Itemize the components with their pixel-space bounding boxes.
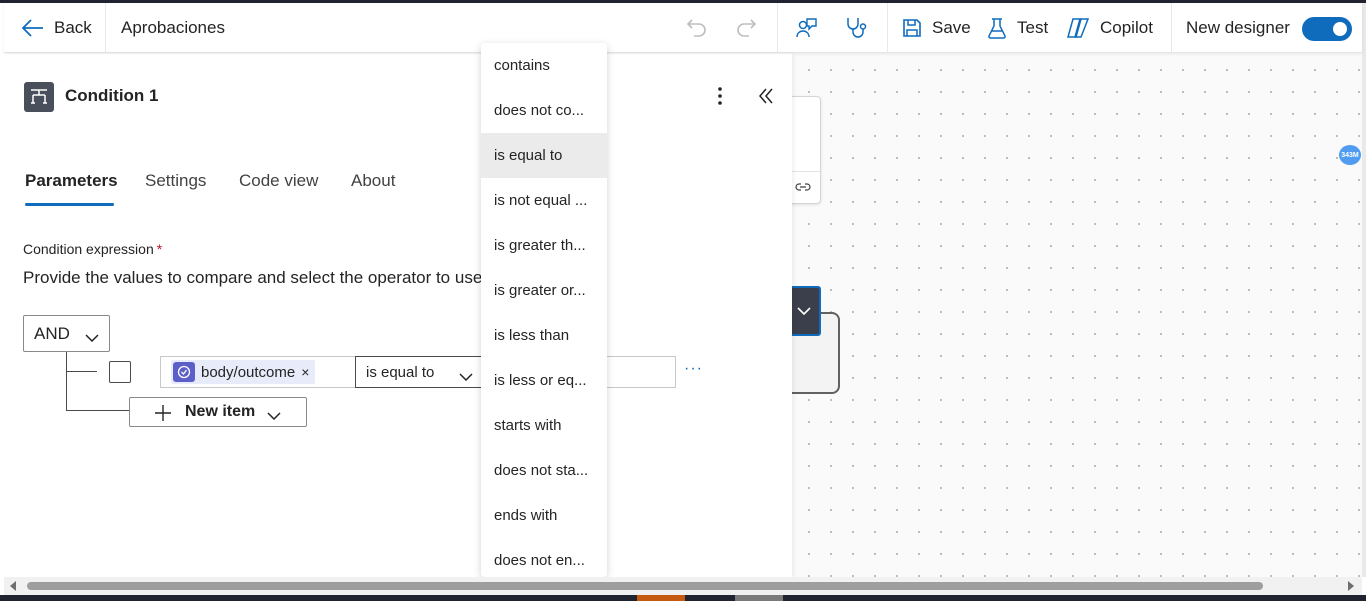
more-options-button[interactable] (712, 84, 728, 108)
copilot-button[interactable]: Copilot (1066, 3, 1153, 53)
operator-value: is equal to (366, 363, 435, 381)
action-details-panel: Condition 1 Parameters Settings Code vie… (4, 54, 792, 577)
assistant-button[interactable] (794, 3, 818, 53)
canvas-user-badge[interactable]: 343M (1339, 145, 1361, 165)
approvals-icon (173, 362, 195, 382)
chevron-down-icon (459, 368, 473, 385)
back-label: Back (54, 18, 92, 37)
row-more-button[interactable]: ··· (684, 360, 703, 378)
redo-button[interactable] (735, 3, 757, 53)
tree-connector (66, 352, 67, 410)
tree-connector (66, 371, 97, 372)
chevron-down-icon (267, 407, 281, 425)
menu-item-is-greater-than[interactable]: is greater th... (481, 223, 607, 268)
tree-connector (66, 410, 130, 411)
redo-icon (735, 18, 757, 38)
operator-menu: contains does not co... is equal to is n… (481, 43, 607, 577)
new-item-label: New item (185, 403, 256, 420)
designer-header: Back Aprobaciones Save Test Copilot New … (4, 3, 1362, 53)
group-operator-value: AND (34, 323, 70, 343)
save-icon (902, 18, 922, 38)
tab-settings[interactable]: Settings (145, 171, 206, 191)
taskbar-strip (0, 595, 1366, 601)
person-feedback-icon (794, 17, 818, 39)
taskbar-indicator (637, 595, 685, 601)
beaker-icon (987, 17, 1007, 39)
active-tab-indicator (25, 203, 114, 206)
menu-item-is-less-or-equal[interactable]: is less or eq... (481, 358, 607, 403)
scroll-right-arrow-icon[interactable] (1348, 581, 1354, 591)
scrollbar-thumb[interactable] (27, 582, 1263, 590)
condition-expression-label: Condition expression * (23, 241, 162, 257)
menu-item-does-not-end-with[interactable]: does not en... (481, 538, 607, 577)
menu-item-does-not-start-with[interactable]: does not sta... (481, 448, 607, 493)
tab-code-view[interactable]: Code view (239, 171, 318, 191)
right-operand-field[interactable] (604, 356, 676, 388)
header-divider (887, 3, 888, 53)
header-divider (1171, 3, 1172, 53)
link-icon (795, 181, 811, 193)
panel-title[interactable]: Condition 1 (65, 86, 158, 106)
vertical-scrollbar[interactable] (1362, 3, 1366, 577)
undo-button[interactable] (686, 3, 708, 53)
menu-item-is-greater-or-equal[interactable]: is greater or... (481, 268, 607, 313)
back-button[interactable]: Back (22, 3, 92, 53)
menu-item-is-less-than[interactable]: is less than (481, 313, 607, 358)
dynamic-content-token[interactable]: body/outcome × (171, 360, 316, 384)
copilot-label: Copilot (1100, 18, 1153, 37)
plus-icon (154, 404, 172, 427)
flow-checker-button[interactable] (844, 3, 868, 53)
undo-icon (686, 18, 708, 38)
token-label: body/outcome (201, 363, 296, 381)
menu-item-is-not-equal-to[interactable]: is not equal ... (481, 178, 607, 223)
stethoscope-icon (844, 16, 868, 40)
arrow-left-icon (22, 19, 44, 37)
tab-parameters[interactable]: Parameters (25, 171, 118, 191)
required-marker: * (156, 241, 163, 257)
token-remove-button[interactable]: × (301, 364, 309, 380)
chevron-down-icon (85, 327, 99, 347)
left-operand-field[interactable]: body/outcome × (160, 356, 356, 388)
designer-canvas[interactable] (792, 53, 1362, 577)
menu-item-contains[interactable]: contains (481, 43, 607, 88)
menu-item-ends-with[interactable]: ends with (481, 493, 607, 538)
flow-name[interactable]: Aprobaciones (121, 3, 225, 53)
collapse-panel-button[interactable] (756, 86, 776, 106)
new-designer-toggle[interactable] (1302, 17, 1352, 41)
scroll-left-arrow-icon[interactable] (10, 581, 16, 591)
chevron-down-icon (797, 307, 811, 315)
condition-expression-text: Condition expression (23, 241, 154, 257)
condition-icon (24, 82, 54, 112)
new-item-button[interactable]: New item (129, 397, 307, 427)
save-button[interactable]: Save (902, 3, 971, 53)
header-divider (105, 3, 106, 53)
operator-dropdown[interactable]: is equal to (355, 356, 482, 388)
row-select-checkbox[interactable] (109, 361, 131, 383)
group-operator-dropdown[interactable]: AND (23, 315, 110, 352)
condition-description: Provide the values to compare and select… (23, 268, 483, 287)
test-button[interactable]: Test (987, 3, 1048, 53)
tab-about[interactable]: About (351, 171, 395, 191)
horizontal-scrollbar[interactable] (4, 577, 1362, 595)
save-label: Save (932, 18, 971, 37)
header-divider (777, 3, 778, 53)
test-label: Test (1017, 18, 1049, 37)
new-designer-label: New designer (1186, 18, 1290, 37)
menu-item-starts-with[interactable]: starts with (481, 403, 607, 448)
menu-item-does-not-contain[interactable]: does not co... (481, 88, 607, 133)
taskbar-indicator (735, 595, 783, 601)
canvas-condition-node-selected[interactable] (787, 286, 821, 336)
toggle-knob (1333, 22, 1347, 36)
menu-item-is-equal-to[interactable]: is equal to (481, 133, 607, 178)
copilot-icon (1066, 17, 1090, 39)
